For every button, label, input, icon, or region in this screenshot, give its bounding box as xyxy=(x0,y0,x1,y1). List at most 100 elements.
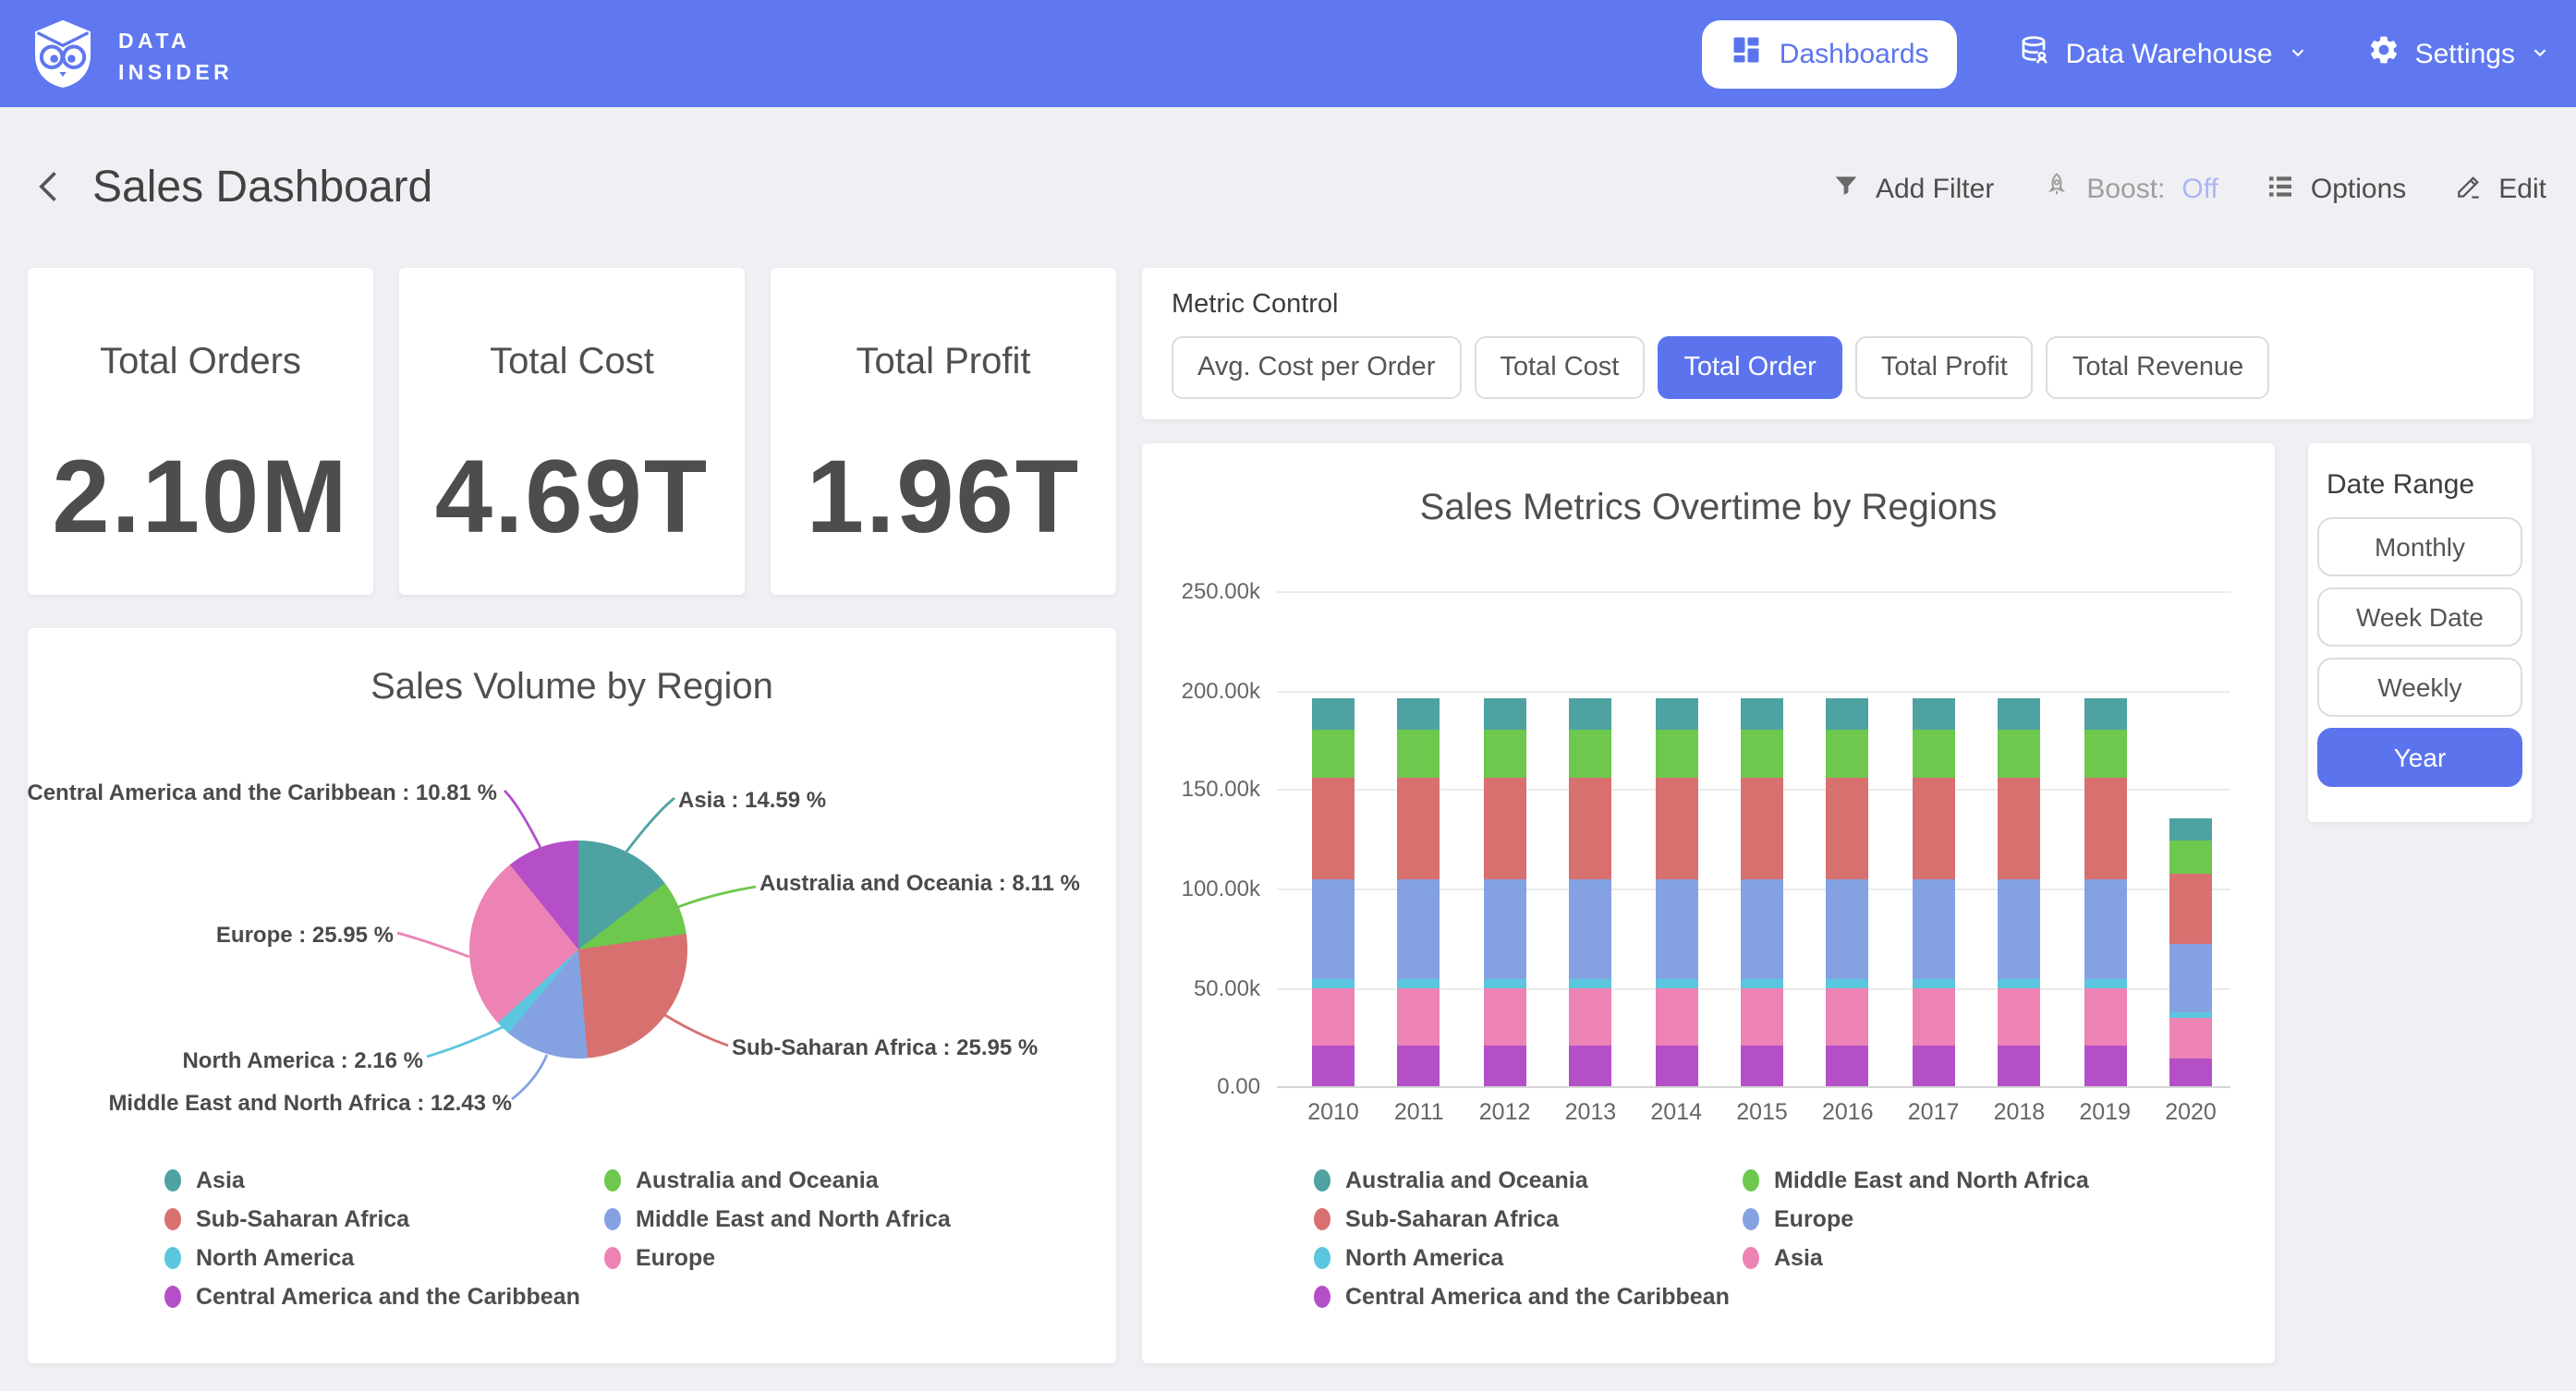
date-range-option-weekly[interactable]: Weekly xyxy=(2317,658,2522,717)
bar-segment-asia xyxy=(2084,988,2126,1045)
pie-chart-card: Sales Volume by Region Central America a… xyxy=(28,628,1116,1363)
bar-segment-europe xyxy=(1312,878,1355,979)
bar-segment-europe xyxy=(2169,943,2212,1012)
kpi-label: Total Profit xyxy=(771,342,1116,384)
bar-chart-title: Sales Metrics Overtime by Regions xyxy=(1142,488,2275,530)
legend-dot xyxy=(164,1247,181,1269)
bar-segment-europe xyxy=(1398,878,1440,979)
boost-toggle[interactable]: Boost:Off xyxy=(2042,170,2218,209)
legend-item-central-america-and-the-caribbean[interactable]: Central America and the Caribbean xyxy=(164,1284,580,1310)
bar-legend-column-2: Middle East and North Africa Europe Asia xyxy=(1743,1167,2089,1284)
legend-dot xyxy=(1743,1169,1759,1191)
nav-dashboards-button[interactable]: Dashboards xyxy=(1702,19,1957,88)
nav-data-warehouse-button[interactable]: Data Warehouse xyxy=(2016,32,2308,75)
stacked-bar-2017[interactable] xyxy=(1913,698,1955,1087)
legend-label: Middle East and North Africa xyxy=(1774,1167,2089,1193)
legend-item-australia-and-oceania[interactable]: Australia and Oceania xyxy=(604,1167,951,1193)
bar-chart-card: Sales Metrics Overtime by Regions 250.00… xyxy=(1142,443,2275,1363)
x-axis-tick-2012: 2012 xyxy=(1463,1099,1548,1125)
metric-option-total-order[interactable]: Total Order xyxy=(1658,336,1841,399)
legend-dot xyxy=(1743,1247,1759,1269)
legend-label: Europe xyxy=(636,1245,715,1271)
bar-segment-australia-and-oceania xyxy=(1655,698,1697,730)
bar-segment-sub-saharan-africa xyxy=(1741,778,1783,878)
stacked-bar-2013[interactable] xyxy=(1569,698,1611,1087)
bar-segment-middle-east-and-north-africa xyxy=(1398,730,1440,778)
stacked-bar-2010[interactable] xyxy=(1312,698,1355,1087)
metric-option-total-revenue[interactable]: Total Revenue xyxy=(2047,336,2269,399)
bar-segment-asia xyxy=(1741,988,1783,1045)
legend-label: Europe xyxy=(1774,1206,1853,1232)
y-axis-tick: 0.00 xyxy=(1142,1074,1260,1100)
pie-label-north-america: North America : 2.16 % xyxy=(182,1047,423,1073)
legend-label: Australia and Oceania xyxy=(636,1167,879,1193)
legend-item-asia[interactable]: Asia xyxy=(1743,1245,2089,1271)
legend-item-middle-east-and-north-africa[interactable]: Middle East and North Africa xyxy=(604,1206,951,1232)
date-range-option-monthly[interactable]: Monthly xyxy=(2317,517,2522,576)
gridline xyxy=(1277,591,2230,593)
x-axis-tick-2017: 2017 xyxy=(1891,1099,1976,1125)
stacked-bar-2014[interactable] xyxy=(1655,698,1697,1087)
stacked-bar-2015[interactable] xyxy=(1741,698,1783,1087)
metric-option-total-profit[interactable]: Total Profit xyxy=(1855,336,2034,399)
legend-item-north-america[interactable]: North America xyxy=(164,1245,580,1271)
legend-item-europe[interactable]: Europe xyxy=(1743,1206,2089,1232)
legend-item-europe[interactable]: Europe xyxy=(604,1245,951,1271)
pie-label-central-america: Central America and the Caribbean : 10.8… xyxy=(27,780,497,805)
legend-item-asia[interactable]: Asia xyxy=(164,1167,580,1193)
options-list-icon xyxy=(2266,171,2296,208)
stacked-bar-2019[interactable] xyxy=(2084,698,2126,1087)
stacked-bar-2012[interactable] xyxy=(1484,698,1526,1087)
legend-item-sub-saharan-africa[interactable]: Sub-Saharan Africa xyxy=(1314,1206,1730,1232)
metric-option-total-cost[interactable]: Total Cost xyxy=(1474,336,1645,399)
pie-label-australia: Australia and Oceania : 8.11 % xyxy=(759,870,1080,896)
pie-chart[interactable] xyxy=(469,841,687,1058)
legend-dot xyxy=(1314,1286,1331,1308)
bar-segment-europe xyxy=(1827,878,1869,979)
bar-segment-asia xyxy=(1655,988,1697,1045)
bar-segment-asia xyxy=(1913,988,1955,1045)
options-button[interactable]: Options xyxy=(2266,171,2406,208)
nav-actions: Dashboards Data Warehouse xyxy=(1702,0,2550,107)
stacked-bar-2018[interactable] xyxy=(1998,698,2040,1087)
date-range-option-week-date[interactable]: Week Date xyxy=(2317,587,2522,647)
bar-segment-middle-east-and-north-africa xyxy=(2084,730,2126,778)
bar-segment-australia-and-oceania xyxy=(1569,698,1611,730)
x-axis-tick-2014: 2014 xyxy=(1634,1099,1719,1125)
kpi-value: 1.96T xyxy=(771,436,1116,556)
metric-option-avg-cost-per-order[interactable]: Avg. Cost per Order xyxy=(1172,336,1461,399)
legend-item-australia-and-oceania[interactable]: Australia and Oceania xyxy=(1314,1167,1730,1193)
bar-segment-asia xyxy=(1998,988,2040,1045)
kpi-card-total-profit: Total Profit 1.96T xyxy=(771,268,1116,595)
bar-segment-sub-saharan-africa xyxy=(2084,778,2126,878)
x-axis-tick-2016: 2016 xyxy=(1805,1099,1890,1125)
stacked-bar-2011[interactable] xyxy=(1398,698,1440,1087)
bar-segment-north-america xyxy=(1484,980,1526,988)
nav-settings-button[interactable]: Settings xyxy=(2367,33,2550,74)
date-range-title: Date Range xyxy=(2327,469,2474,501)
bar-segment-sub-saharan-africa xyxy=(1913,778,1955,878)
bar-segment-middle-east-and-north-africa xyxy=(1741,730,1783,778)
bar-segment-australia-and-oceania xyxy=(2084,698,2126,730)
legend-label: Australia and Oceania xyxy=(1345,1167,1588,1193)
bar-segment-middle-east-and-north-africa xyxy=(1998,730,2040,778)
bar-segment-asia xyxy=(1484,988,1526,1045)
date-range-option-year[interactable]: Year xyxy=(2317,728,2522,787)
bar-segment-australia-and-oceania xyxy=(1913,698,1955,730)
legend-item-north-america[interactable]: North America xyxy=(1314,1245,1730,1271)
back-button[interactable] xyxy=(30,166,74,211)
x-axis-tick-2020: 2020 xyxy=(2148,1099,2233,1125)
legend-item-sub-saharan-africa[interactable]: Sub-Saharan Africa xyxy=(164,1206,580,1232)
database-icon xyxy=(2016,32,2051,75)
bar-legend-column-1: Australia and Oceania Sub-Saharan Africa N… xyxy=(1314,1167,1730,1323)
bar-segment-north-america xyxy=(1827,980,1869,988)
stacked-bar-2016[interactable] xyxy=(1827,698,1869,1087)
bar-segment-middle-east-and-north-africa xyxy=(1569,730,1611,778)
metric-control-buttons: Avg. Cost per OrderTotal CostTotal Order… xyxy=(1172,336,2269,399)
add-filter-button[interactable]: Add Filter xyxy=(1831,171,1994,208)
stacked-bar-2020[interactable] xyxy=(2169,818,2212,1086)
edit-button[interactable]: Edit xyxy=(2454,171,2546,208)
bar-segment-central-america-and-the-caribbean xyxy=(1569,1045,1611,1087)
legend-item-central-america-and-the-caribbean[interactable]: Central America and the Caribbean xyxy=(1314,1284,1730,1310)
legend-item-middle-east-and-north-africa[interactable]: Middle East and North Africa xyxy=(1743,1167,2089,1193)
